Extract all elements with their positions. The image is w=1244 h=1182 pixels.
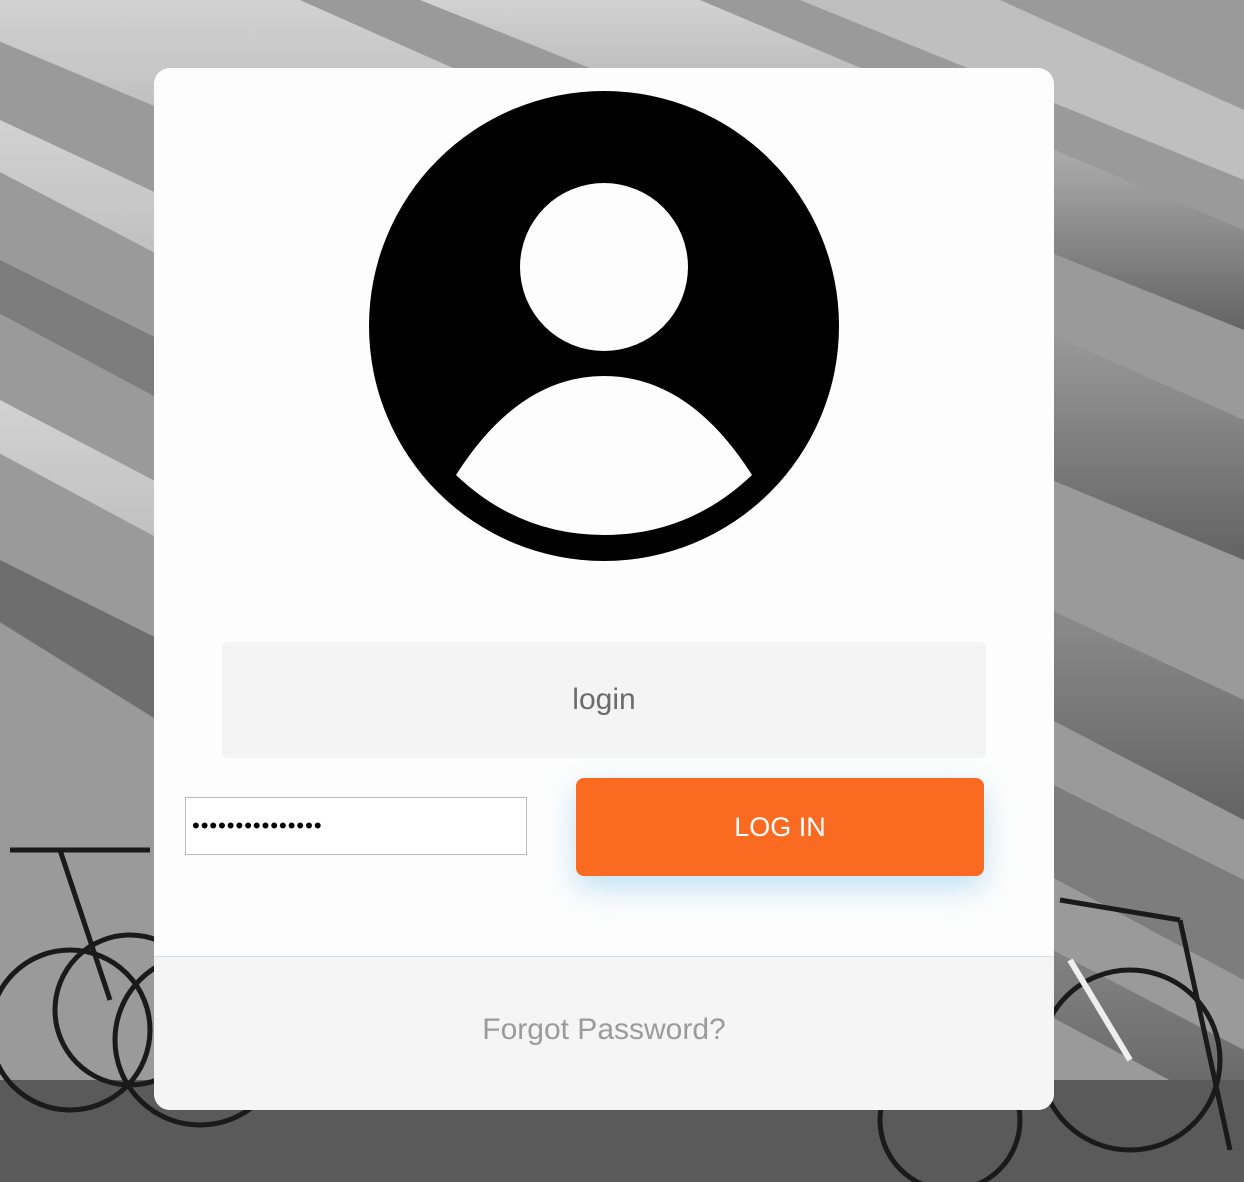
- card-footer: Forgot Password?: [154, 956, 1054, 1110]
- forgot-password-link[interactable]: Forgot Password?: [154, 1013, 1054, 1047]
- login-button[interactable]: LOG IN: [576, 778, 984, 876]
- user-avatar-icon: [369, 91, 839, 561]
- login-input[interactable]: [222, 642, 986, 758]
- password-input[interactable]: [185, 797, 527, 855]
- login-card: LOG IN Forgot Password?: [154, 68, 1054, 1110]
